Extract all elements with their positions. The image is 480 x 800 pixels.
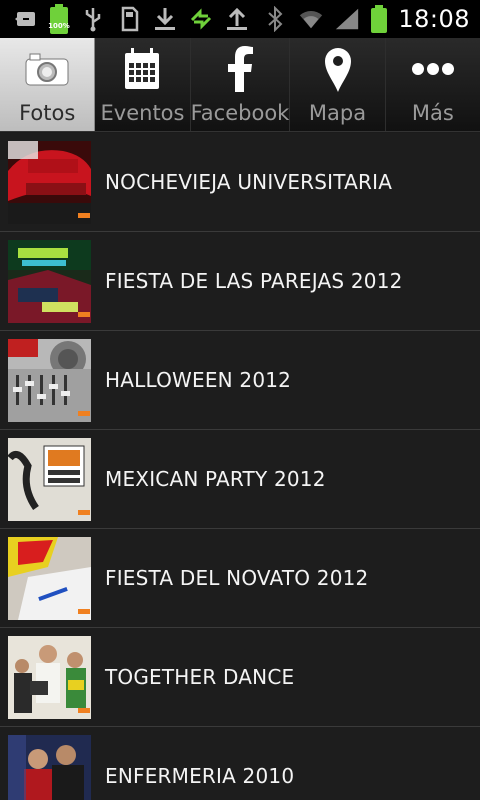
map-pin-icon	[323, 43, 353, 95]
album-title: ENFERMERIA 2010	[105, 764, 295, 788]
album-title: TOGETHER DANCE	[105, 665, 295, 689]
album-thumbnail	[8, 635, 91, 719]
tab-label-facebook: Facebook	[190, 101, 290, 125]
album-row[interactable]: TOGETHER DANCE	[0, 628, 480, 727]
tab-fotos[interactable]: Fotos	[0, 38, 96, 131]
album-list: NOCHEVIEJA UNIVERSITARIA FIESTA DE LAS P…	[0, 133, 480, 800]
tab-label-eventos: Eventos	[100, 101, 185, 125]
album-thumbnail	[8, 239, 91, 323]
tab-mapa[interactable]: Mapa	[290, 38, 386, 131]
album-thumbnail	[8, 140, 91, 224]
bluetooth-icon	[262, 6, 288, 32]
upload-icon	[224, 6, 250, 32]
status-icons-right: 18:08	[262, 5, 480, 33]
album-row[interactable]: HALLOWEEN 2012	[0, 331, 480, 430]
wifi-icon	[298, 6, 324, 32]
facebook-icon	[225, 43, 255, 95]
clock-time: 18:08	[398, 5, 470, 33]
sync-icon	[188, 6, 214, 32]
album-thumbnail	[8, 437, 91, 521]
album-row[interactable]: MEXICAN PARTY 2012	[0, 430, 480, 529]
album-row[interactable]: NOCHEVIEJA UNIVERSITARIA	[0, 133, 480, 232]
album-thumbnail	[8, 536, 91, 620]
album-row[interactable]: FIESTA DEL NOVATO 2012	[0, 529, 480, 628]
tab-bar: Fotos Eventos Facebook Mapa Más	[0, 38, 480, 132]
back-arrow-icon	[12, 6, 38, 32]
battery-icon	[370, 5, 388, 33]
battery-full-icon: 100%	[48, 4, 70, 34]
sd-card-icon	[116, 6, 142, 32]
signal-icon	[334, 6, 360, 32]
more-dots-icon	[411, 43, 455, 95]
tab-label-mas: Más	[411, 101, 454, 125]
battery-percent-label: 100%	[48, 22, 70, 30]
album-thumbnail	[8, 734, 91, 800]
tab-label-fotos: Fotos	[19, 101, 76, 125]
tab-mas[interactable]: Más	[386, 38, 480, 131]
usb-icon	[80, 6, 106, 32]
status-icons-left: 100%	[0, 4, 250, 34]
status-bar: 100% 18:08	[0, 0, 480, 38]
album-title: NOCHEVIEJA UNIVERSITARIA	[105, 170, 393, 194]
album-title: HALLOWEEN 2012	[105, 368, 292, 392]
album-title: FIESTA DEL NOVATO 2012	[105, 566, 369, 590]
album-title: FIESTA DE LAS PAREJAS 2012	[105, 269, 403, 293]
tab-facebook[interactable]: Facebook	[191, 38, 291, 131]
calendar-icon	[122, 43, 162, 95]
tab-label-mapa: Mapa	[308, 101, 367, 125]
camera-icon	[24, 43, 70, 95]
tab-eventos[interactable]: Eventos	[95, 38, 191, 131]
album-row[interactable]: ENFERMERIA 2010	[0, 727, 480, 800]
download-icon	[152, 6, 178, 32]
album-thumbnail	[8, 338, 91, 422]
album-row[interactable]: FIESTA DE LAS PAREJAS 2012	[0, 232, 480, 331]
album-title: MEXICAN PARTY 2012	[105, 467, 326, 491]
